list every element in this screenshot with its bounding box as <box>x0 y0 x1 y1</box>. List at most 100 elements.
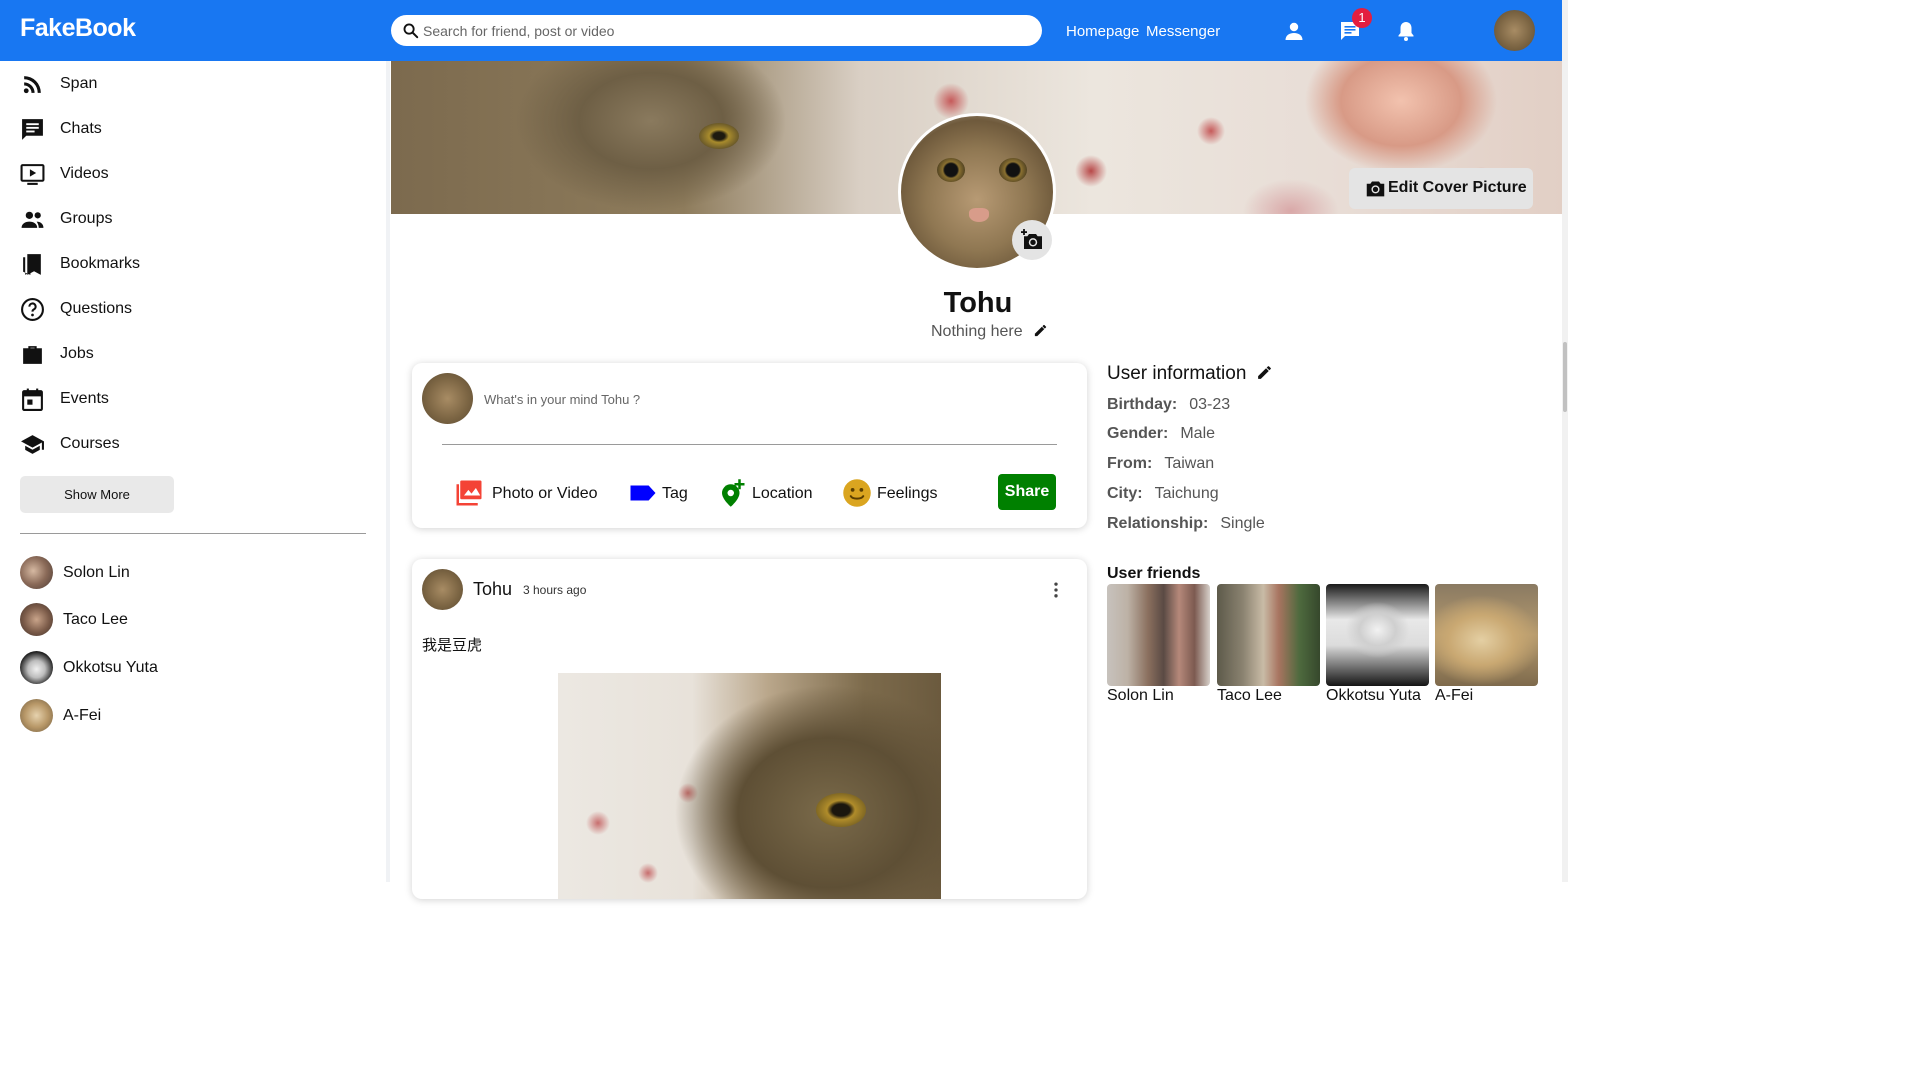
edit-cover-label: Edit Cover Picture <box>1388 179 1527 196</box>
user-avatar[interactable] <box>1494 10 1535 51</box>
friend-name: Solon Lin <box>63 564 130 581</box>
scrollbar-thumb[interactable] <box>1563 342 1567 412</box>
edit-info-icon[interactable] <box>1256 364 1273 381</box>
friend-name: Okkotsu Yuta <box>1326 687 1421 704</box>
edit-cover-button[interactable]: Edit Cover Picture <box>1349 168 1533 209</box>
avatar <box>20 556 53 589</box>
post-card: Tohu 3 hours ago 我是豆虎 <box>412 559 1087 899</box>
info-row-city: City: Taichung <box>1107 485 1219 503</box>
post-composer: Photo or Video Tag Location Feelings Sha… <box>412 363 1087 528</box>
search-icon <box>403 23 419 39</box>
post-input[interactable] <box>484 388 1044 410</box>
user-friend-a-fei[interactable]: A-Fei <box>1435 584 1538 704</box>
photo-library-icon <box>456 480 482 506</box>
cover-cat-eye <box>699 123 739 149</box>
sidebar-item-label: Videos <box>60 165 109 182</box>
post-timestamp: 3 hours ago <box>523 583 587 597</box>
page-scrollbar[interactable] <box>1562 0 1568 882</box>
sidebar-item-questions[interactable]: Questions <box>20 294 320 324</box>
avatar <box>20 699 53 732</box>
chat-icon <box>22 119 43 140</box>
video-play-icon <box>20 164 45 185</box>
friend-name: A-Fei <box>63 707 102 724</box>
group-icon <box>21 211 44 228</box>
sidebar-item-courses[interactable]: Courses <box>20 429 320 459</box>
user-friend-taco-lee[interactable]: Taco Lee <box>1217 584 1320 704</box>
info-row-birthday: Birthday: 03-23 <box>1107 396 1230 414</box>
avatar <box>422 373 473 424</box>
more-options-icon[interactable] <box>1046 579 1066 601</box>
sidebar-item-bookmarks[interactable]: Bookmarks <box>20 249 320 279</box>
info-value: Taiwan <box>1164 455 1215 472</box>
bell-icon[interactable] <box>1394 19 1418 43</box>
sidebar-item-label: Events <box>60 390 109 407</box>
school-icon <box>21 435 44 454</box>
search-input[interactable] <box>423 20 1023 41</box>
info-value: Single <box>1220 515 1265 532</box>
change-profile-photo-button[interactable] <box>1012 220 1052 260</box>
profile-name: Tohu <box>943 287 1013 319</box>
sidebar-item-events[interactable]: Events <box>20 384 320 414</box>
friend-name: A-Fei <box>1435 687 1474 704</box>
friend-photo <box>1326 584 1429 686</box>
info-key: Birthday: <box>1107 396 1178 413</box>
friend-name: Taco Lee <box>1217 687 1282 704</box>
friend-photo <box>1217 584 1320 686</box>
info-key: Relationship: <box>1107 515 1209 532</box>
sidebar-item-chats[interactable]: Chats <box>20 114 320 144</box>
avatar <box>20 651 53 684</box>
info-key: City: <box>1107 485 1143 502</box>
location-button[interactable]: Location <box>717 477 827 509</box>
friend-name: Taco Lee <box>63 611 128 628</box>
sidebar-item-jobs[interactable]: Jobs <box>20 339 320 369</box>
action-label: Tag <box>662 485 688 502</box>
sidebar-divider <box>386 61 390 882</box>
show-more-button[interactable]: Show More <box>20 476 174 513</box>
friend-name: Okkotsu Yuta <box>63 659 158 676</box>
info-value: Male <box>1180 425 1216 442</box>
bookmark-icon <box>23 254 41 275</box>
search-bar[interactable] <box>391 15 1042 46</box>
photo-or-video-button[interactable]: Photo or Video <box>454 477 604 509</box>
share-button[interactable]: Share <box>998 474 1056 510</box>
smiley-icon <box>843 479 871 507</box>
avatar <box>20 603 53 636</box>
tag-button[interactable]: Tag <box>628 477 708 509</box>
user-friend-okkotsu-yuta[interactable]: Okkotsu Yuta <box>1326 584 1429 704</box>
friend-item-okkotsu-yuta[interactable]: Okkotsu Yuta <box>20 651 320 685</box>
sidebar-item-label: Chats <box>60 120 102 137</box>
message-count-badge: 1 <box>1352 8 1372 28</box>
friend-item-taco-lee[interactable]: Taco Lee <box>20 603 320 637</box>
profile-cat-eye <box>937 158 965 182</box>
sidebar-item-span[interactable]: Span <box>20 69 320 99</box>
friend-item-a-fei[interactable]: A-Fei <box>20 699 320 733</box>
post-author[interactable]: Tohu <box>473 579 512 600</box>
profile-bio: Nothing here <box>931 323 1023 340</box>
edit-bio-icon[interactable] <box>1033 323 1048 338</box>
sidebar-item-groups[interactable]: Groups <box>20 204 320 234</box>
sidebar-item-label: Jobs <box>60 345 94 362</box>
post-text: 我是豆虎 <box>422 637 483 654</box>
person-icon[interactable] <box>1282 19 1306 43</box>
brand-logo[interactable]: FakeBook <box>20 14 136 43</box>
info-key: From: <box>1107 455 1153 472</box>
sidebar-item-label: Groups <box>60 210 113 227</box>
post-cat-eye <box>816 793 866 827</box>
user-friend-solon-lin[interactable]: Solon Lin <box>1107 584 1210 704</box>
messenger-link[interactable]: Messenger <box>1146 23 1220 40</box>
profile-cat-nose <box>969 208 989 222</box>
avatar[interactable] <box>422 569 463 610</box>
profile-cat-eye <box>999 158 1027 182</box>
sidebar-item-label: Questions <box>60 300 133 317</box>
sidebar-item-videos[interactable]: Videos <box>20 159 320 189</box>
post-image[interactable] <box>558 673 941 899</box>
action-label: Feelings <box>877 485 938 502</box>
info-row-gender: Gender: Male <box>1107 425 1215 443</box>
calendar-icon <box>22 388 43 411</box>
homepage-link[interactable]: Homepage <box>1066 23 1139 40</box>
sidebar-item-label: Span <box>60 75 98 92</box>
feelings-button[interactable]: Feelings <box>842 477 952 509</box>
user-friends-title: User friends <box>1107 565 1201 582</box>
friend-item-solon-lin[interactable]: Solon Lin <box>20 556 320 590</box>
rss-feed-icon <box>23 76 41 94</box>
